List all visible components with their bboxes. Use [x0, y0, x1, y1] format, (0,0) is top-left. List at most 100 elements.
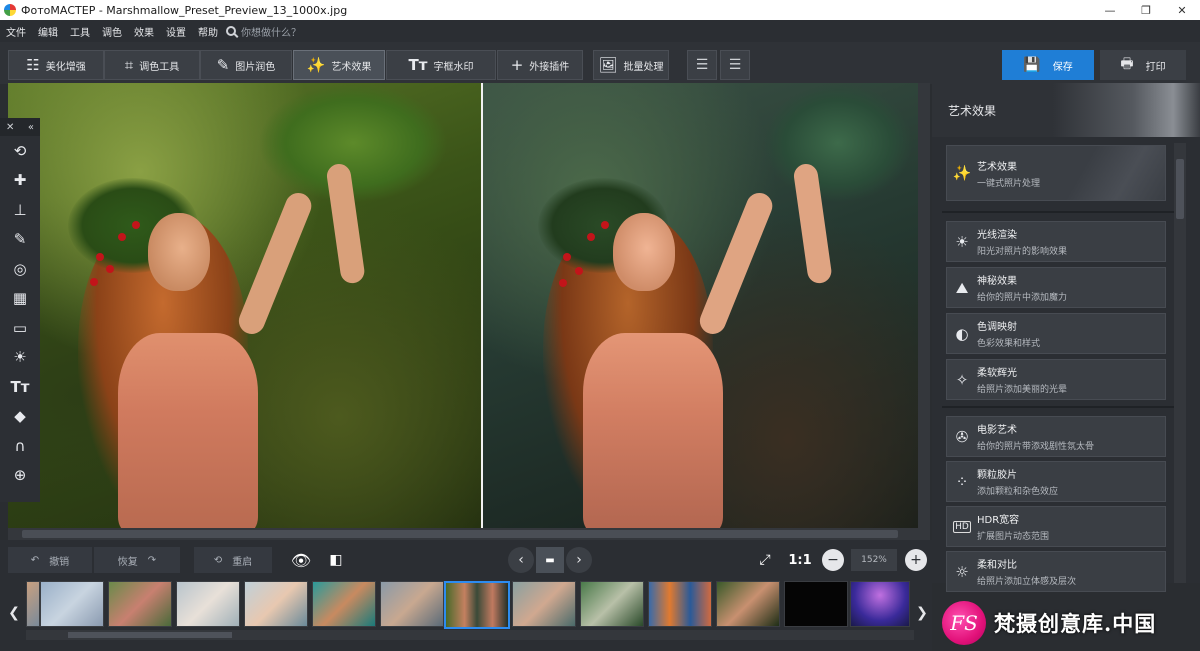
menu-help[interactable]: 帮助: [192, 24, 224, 39]
menu-search[interactable]: 你想做什么？: [226, 24, 301, 39]
tab-retouch-label: 图片润色: [235, 61, 276, 73]
menu-tools[interactable]: 工具: [64, 24, 96, 39]
effect-grain[interactable]: ⁘ 颗粒胶片 添加颗粒和杂色效应: [946, 461, 1166, 502]
menu-color[interactable]: 调色: [96, 24, 128, 39]
effect-hdr[interactable]: HD HDR宽容 扩展图片动态范围: [946, 506, 1166, 547]
thumbnail[interactable]: [850, 581, 910, 627]
fill-tool[interactable]: ◆: [0, 402, 40, 432]
effect-tone-map[interactable]: ◐ 色调映射 色彩效果和样式: [946, 313, 1166, 354]
effect-cinema[interactable]: ✇ 电影艺术 给你的照片带添戏剧性氛太骨: [946, 416, 1166, 457]
stamp-tool[interactable]: ⊥: [0, 195, 40, 225]
thumbnail[interactable]: [108, 581, 172, 627]
magic-wand-icon: ✨: [952, 164, 972, 182]
scrollbar-thumb[interactable]: [22, 530, 898, 538]
thumbnail[interactable]: [40, 581, 104, 627]
magnet-tool[interactable]: ∩: [0, 431, 40, 461]
menu-settings[interactable]: 设置: [160, 24, 192, 39]
tab-text-watermark[interactable]: Tт 字框水印: [386, 50, 496, 80]
tab-plugins[interactable]: + 外接插件: [497, 50, 583, 80]
light-tool[interactable]: ☀: [0, 343, 40, 373]
heal-tool[interactable]: ✚: [0, 166, 40, 196]
filmstrip-scrollbar[interactable]: [26, 630, 914, 640]
save-button[interactable]: 💾 保存: [1002, 50, 1094, 80]
chevron-left-icon: ‹: [518, 552, 524, 568]
undo-button[interactable]: ↶ 撤销: [8, 547, 92, 573]
before-after-divider[interactable]: [481, 83, 483, 528]
tab-batch[interactable]: 🖼 批量处理: [593, 50, 669, 80]
compare-toggle[interactable]: ◧: [322, 547, 350, 573]
zoom-1-1-button[interactable]: 1:1: [786, 547, 814, 573]
folder-icon: ▬: [545, 554, 555, 566]
save-label: 保存: [1052, 61, 1073, 73]
thumbnail-selected[interactable]: [444, 581, 510, 629]
collapse-icon[interactable]: «: [28, 122, 34, 133]
panel-header: 艺术效果: [932, 83, 1200, 137]
panel-scrollbar[interactable]: [1174, 143, 1186, 583]
redo-button[interactable]: 恢复 ↷: [94, 547, 180, 573]
tab-art-effects-label: 艺术效果: [331, 61, 372, 73]
thumbnail[interactable]: [380, 581, 444, 627]
effect-soft-contrast[interactable]: ☼ 柔和对比 给照片添加立体感及层次: [946, 551, 1166, 592]
zoom-out-button[interactable]: −: [822, 549, 844, 571]
preview-toggle[interactable]: 👁: [286, 547, 316, 573]
thumbnail[interactable]: [512, 581, 576, 627]
next-photo-button[interactable]: ›: [566, 547, 592, 573]
zoom-in-button[interactable]: +: [905, 549, 927, 571]
thumbnail[interactable]: [580, 581, 644, 627]
filmstrip-prev[interactable]: ❮: [6, 588, 22, 638]
minimize-button[interactable]: —: [1092, 0, 1128, 20]
contrast-icon: ☼: [955, 562, 969, 581]
previous-photo-button[interactable]: ‹: [508, 547, 534, 573]
radial-tool[interactable]: ◎: [0, 254, 40, 284]
redo-label: 恢复: [117, 556, 138, 568]
tab-art-effects[interactable]: ✨ 艺术效果: [293, 50, 385, 80]
thumbnail[interactable]: [176, 581, 240, 627]
brush-icon: ✎: [13, 230, 27, 249]
scrollbar-thumb[interactable]: [68, 632, 232, 638]
berry: [90, 278, 98, 286]
text-tool[interactable]: Tт: [0, 372, 40, 402]
vignette-icon: ▭: [12, 318, 28, 337]
menu-effects[interactable]: 效果: [128, 24, 160, 39]
hdr-icon: HD: [953, 520, 971, 533]
image-canvas[interactable]: [8, 83, 918, 528]
globe-tool[interactable]: ⊕: [0, 461, 40, 491]
reset-button[interactable]: ⟲ 重启: [194, 547, 272, 573]
canvas-horizontal-scrollbar[interactable]: [8, 528, 918, 540]
tab-color-tools[interactable]: ⌗ 调色工具: [104, 50, 200, 80]
effect-soft-glow[interactable]: ✧ 柔软辉光 给照片添加美丽的光晕: [946, 359, 1166, 400]
plus-icon: +: [510, 56, 524, 74]
thumbnail[interactable]: [244, 581, 308, 627]
scrollbar-thumb[interactable]: [1176, 159, 1184, 219]
effect-mystic[interactable]: ⛰ 神秘效果 给你的照片中添加魔力: [946, 267, 1166, 308]
zoom-level[interactable]: 152%: [851, 549, 897, 571]
vignette-tool[interactable]: ▭: [0, 313, 40, 343]
effect-art[interactable]: ✨ 艺术效果 一键式照片处理: [946, 145, 1166, 201]
text-icon: Tт: [10, 377, 30, 396]
filmstrip-next[interactable]: ❯: [914, 588, 930, 638]
menu-file[interactable]: 文件: [0, 24, 32, 39]
thumbnail[interactable]: [784, 581, 848, 627]
tab-enhance[interactable]: ☷ 美化增强: [8, 50, 104, 80]
thumbnail[interactable]: [312, 581, 376, 627]
gradient-tool[interactable]: ▦: [0, 284, 40, 314]
close-button[interactable]: ✕: [1164, 0, 1200, 20]
add-preset-button[interactable]: ☰: [687, 50, 717, 80]
open-folder-button[interactable]: ▬: [536, 547, 564, 573]
tab-retouch[interactable]: ✎ 图片润色: [200, 50, 292, 80]
glow-icon: ✧: [955, 370, 969, 389]
grain-icon: ⁘: [955, 472, 969, 491]
thumbnail[interactable]: [716, 581, 780, 627]
menu-edit[interactable]: 编辑: [32, 24, 64, 39]
brush-tool[interactable]: ✎: [0, 225, 40, 255]
canvas-vertical-scrollbar[interactable]: [918, 83, 930, 540]
rotate-tool[interactable]: ⟲: [0, 136, 40, 166]
fit-screen-button[interactable]: ⤢: [752, 547, 778, 573]
effect-light[interactable]: ☀ 光线渲染 阳光对照片的影响效果: [946, 221, 1166, 262]
thumbnail[interactable]: [26, 581, 40, 627]
manage-preset-button[interactable]: ☰: [720, 50, 750, 80]
maximize-button[interactable]: ❐: [1128, 0, 1164, 20]
print-button[interactable]: 🖶 打印: [1100, 50, 1186, 80]
close-icon[interactable]: ✕: [6, 122, 14, 133]
thumbnail[interactable]: [648, 581, 712, 627]
